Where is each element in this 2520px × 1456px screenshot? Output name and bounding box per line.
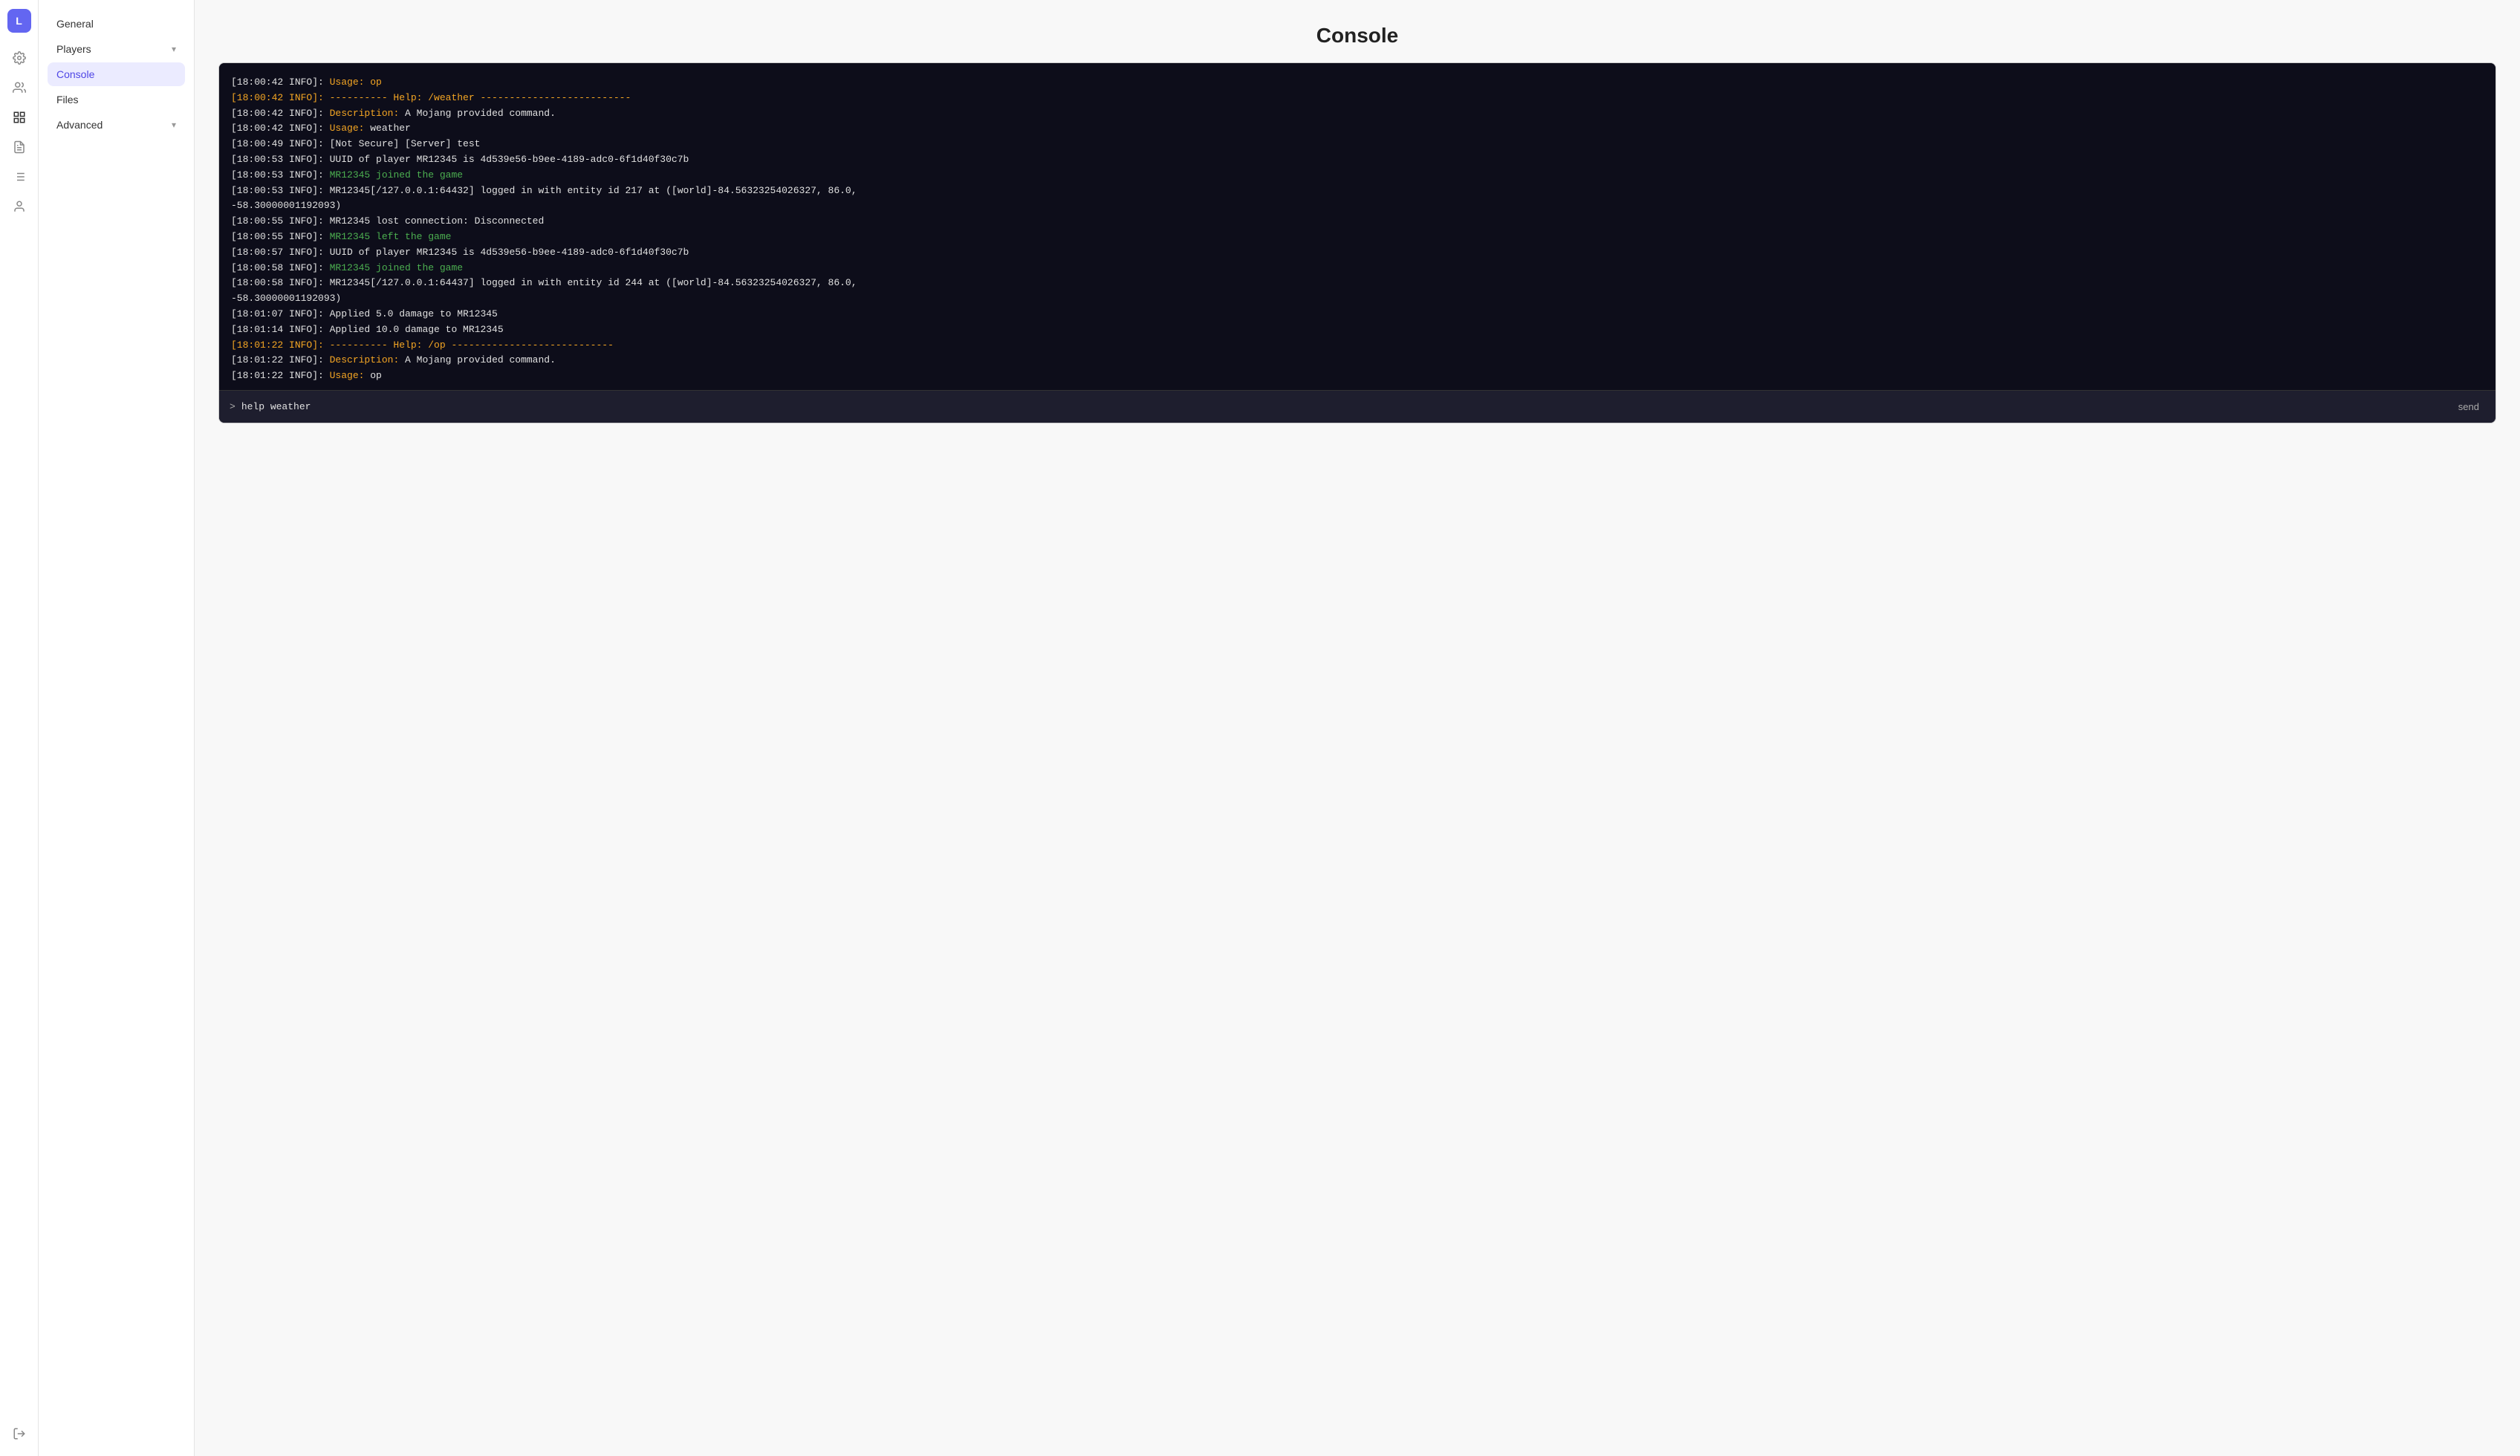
nav-console[interactable]: Console: [48, 62, 185, 86]
log-icon[interactable]: [6, 163, 33, 190]
log-line: [18:01:07 INFO]: Applied 5.0 damage to M…: [231, 307, 2484, 322]
nav-sidebar: General Players ▾ Console Files Advanced…: [39, 0, 195, 1456]
log-line: [18:00:42 INFO]: Description: A Mojang p…: [231, 106, 2484, 122]
chevron-down-icon-advanced: ▾: [172, 120, 176, 130]
console-container: [18:00:42 INFO]: Usage: op [18:00:42 INF…: [218, 62, 2496, 423]
log-line: [18:01:14 INFO]: Applied 10.0 damage to …: [231, 322, 2484, 338]
nav-general[interactable]: General: [48, 12, 185, 36]
log-line: [18:00:42 INFO]: Usage: op: [231, 75, 2484, 91]
console-output[interactable]: [18:00:42 INFO]: Usage: op [18:00:42 INF…: [219, 63, 2495, 390]
settings-icon[interactable]: [6, 45, 33, 71]
log-line: [18:00:42 INFO]: Usage: weather: [231, 121, 2484, 137]
nav-players[interactable]: Players ▾: [48, 37, 185, 61]
send-button[interactable]: send: [2452, 398, 2485, 415]
log-line: [18:01:22 INFO]: Usage: op: [231, 368, 2484, 384]
user-profile-icon[interactable]: [6, 193, 33, 220]
nav-files[interactable]: Files: [48, 88, 185, 111]
icon-sidebar: L: [0, 0, 39, 1456]
log-line: [18:00:58 INFO]: MR12345 joined the game: [231, 261, 2484, 276]
log-line: [18:00:55 INFO]: MR12345 left the game: [231, 230, 2484, 245]
file-text-icon[interactable]: [6, 134, 33, 160]
grid-icon[interactable]: [6, 104, 33, 131]
log-line: [18:00:53 INFO]: UUID of player MR12345 …: [231, 152, 2484, 168]
nav-advanced[interactable]: Advanced ▾: [48, 113, 185, 137]
log-line: [18:01:22 INFO]: Description: A Mojang p…: [231, 353, 2484, 368]
main-content: Console [18:00:42 INFO]: Usage: op [18:0…: [195, 0, 2520, 1456]
logout-icon[interactable]: [6, 1420, 33, 1447]
console-input[interactable]: [241, 401, 2452, 412]
log-line: [18:00:53 INFO]: MR12345 joined the game: [231, 168, 2484, 183]
log-line: [18:00:49 INFO]: [Not Secure] [Server] t…: [231, 137, 2484, 152]
log-line: [18:00:57 INFO]: UUID of player MR12345 …: [231, 245, 2484, 261]
avatar: L: [7, 9, 31, 33]
log-line: [18:00:55 INFO]: MR12345 lost connection…: [231, 214, 2484, 230]
chevron-down-icon: ▾: [172, 44, 176, 54]
log-line: [18:01:22 INFO]: ---------- Help: /op --…: [231, 338, 2484, 354]
log-line: [18:00:42 INFO]: ---------- Help: /weath…: [231, 91, 2484, 106]
console-prompt: >: [230, 401, 236, 412]
log-line: [18:00:58 INFO]: MR12345[/127.0.0.1:6443…: [231, 276, 2484, 307]
console-input-bar: > send: [219, 390, 2495, 423]
page-title: Console: [195, 0, 2520, 62]
users-icon[interactable]: [6, 74, 33, 101]
log-line: [18:00:53 INFO]: MR12345[/127.0.0.1:6443…: [231, 183, 2484, 215]
